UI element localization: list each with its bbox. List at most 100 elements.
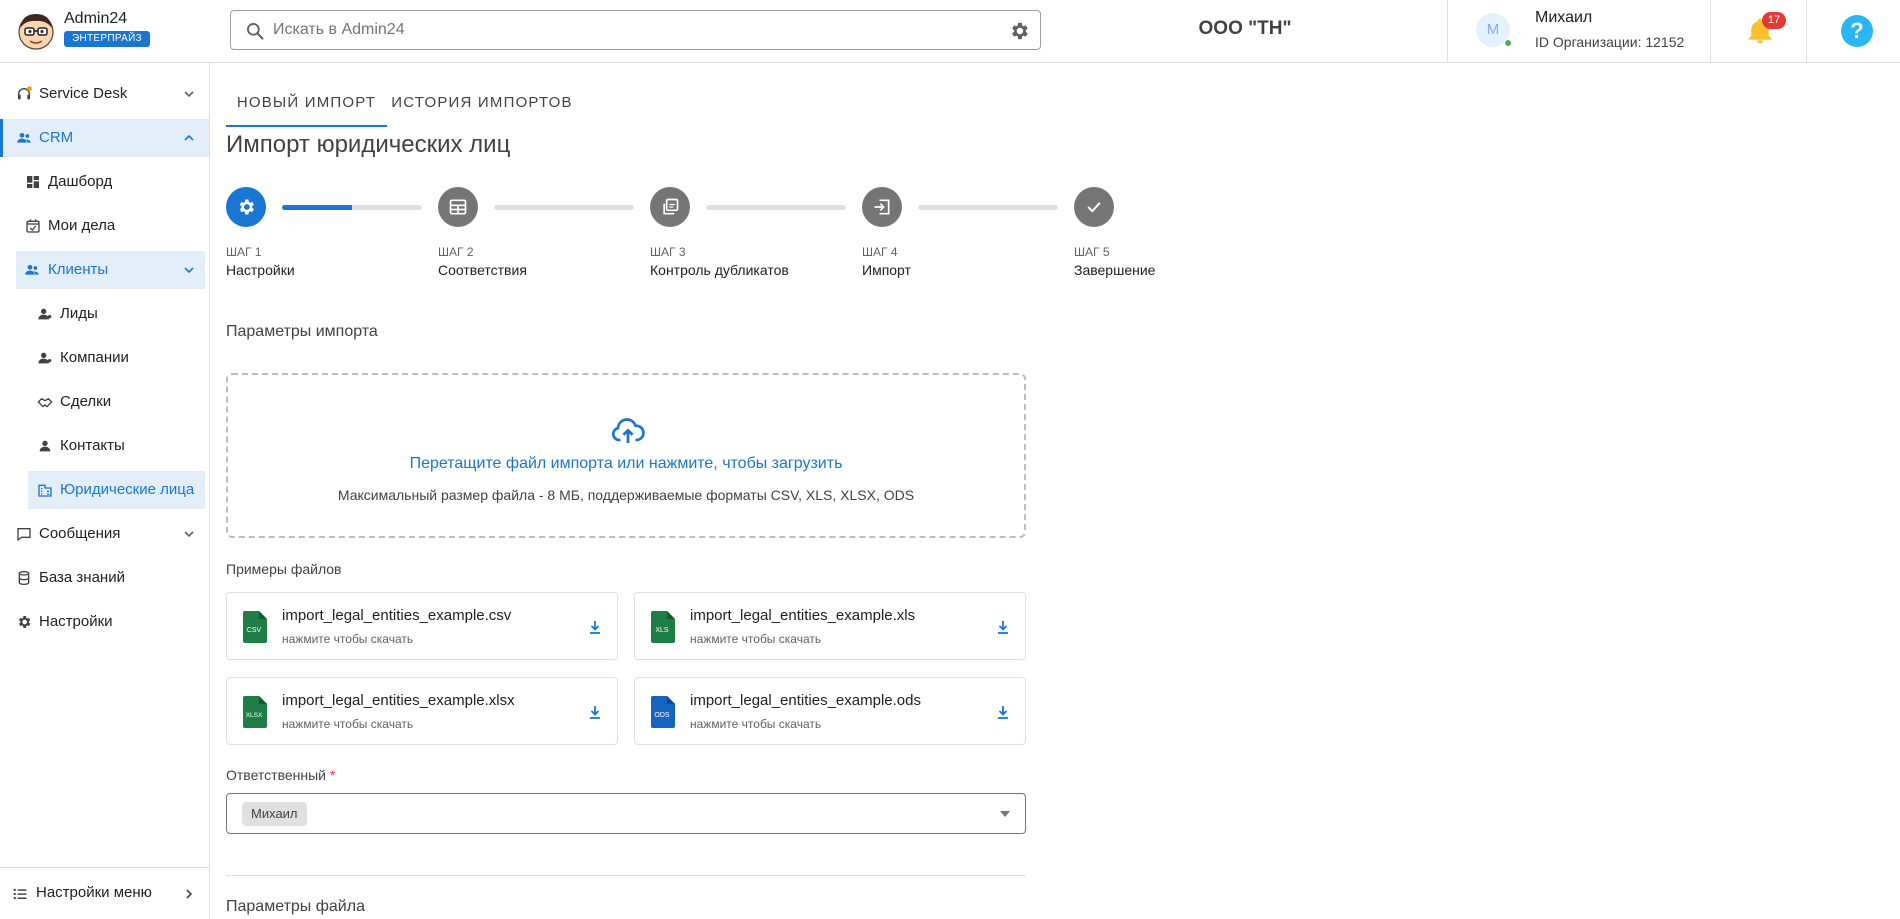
file-params-title: Параметры файла [226,898,365,915]
check-icon [1087,202,1101,213]
sidebar: Service Desk CRM Дашборд Мои дела Клиент… [0,63,210,919]
file-download-hint: нажмите чтобы скачать [690,717,822,731]
organization-name[interactable]: ООО "ТН" [1145,18,1345,40]
sidebar-item-clients[interactable]: Клиенты [16,251,205,289]
menu-settings-label: Настройки меню [36,884,152,901]
sidebar-item-label: CRM [39,129,74,146]
dropdown-arrow-icon[interactable] [999,809,1011,819]
sidebar-item-contacts[interactable]: Контакты [0,427,209,465]
import-params-title: Параметры импорта [226,323,378,340]
online-status-dot [1504,39,1512,47]
notifications-button[interactable]: 17 [1711,0,1807,63]
database-icon [18,571,30,586]
notification-count-badge: 17 [1762,12,1786,29]
file-dropzone[interactable]: Перетащите файл импорта или нажмите, что… [226,373,1026,538]
cloud-upload-icon [611,418,645,443]
sidebar-item-leads[interactable]: Лиды [0,295,209,333]
responsible-chip[interactable]: Михаил [242,802,307,826]
person-icon [38,352,52,364]
file-download-hint: нажмите чтобы скачать [690,632,822,646]
sidebar-item-label: Клиенты [48,261,109,278]
file-name: import_legal_entities_example.xls [690,607,916,624]
sidebar-item-settings[interactable]: Настройки [0,603,209,641]
search-settings-gear-icon[interactable] [1008,20,1030,42]
sidebar-item-label: Дашборд [48,173,113,190]
dashboard-icon [27,176,39,188]
ods-file-icon: ODS [651,696,675,728]
download-icon[interactable] [587,704,603,720]
step-2-label: Соответствия [438,262,527,278]
download-icon[interactable] [995,704,1011,720]
sidebar-item-crm[interactable]: CRM [0,119,209,157]
people-icon [25,265,39,275]
gear-icon [19,616,31,628]
sidebar-item-label: Настройки [39,613,113,630]
step-1-circle [226,187,266,227]
search-icon [247,23,264,40]
chevron-up-icon [184,134,194,141]
table-icon [449,199,467,215]
download-icon[interactable] [587,619,603,635]
user-name: Михаил [1535,9,1593,26]
message-icon [17,528,31,541]
example-file-xlsx[interactable]: XLSX import_legal_entities_example.xlsx … [226,677,618,745]
sidebar-item-legal-entities[interactable]: Юридические лица [28,471,205,509]
xlsx-file-icon: XLSX [243,696,267,728]
example-file-xls[interactable]: XLS import_legal_entities_example.xls на… [634,592,1026,660]
sidebar-item-knowledge-base[interactable]: База знаний [0,559,209,597]
tab-new-import[interactable]: НОВЫЙ ИМПОРТ [226,81,387,127]
sidebar-item-label: Контакты [60,437,125,454]
help-icon[interactable]: ? [1841,15,1873,47]
sidebar-item-service-desk[interactable]: Service Desk [0,75,209,113]
chevron-down-icon [184,531,194,538]
step-5-number: ШАГ 5 [1074,245,1110,259]
plan-badge: ЭНТЕРПРАЙЗ [64,31,150,47]
sidebar-item-messages[interactable]: Сообщения [0,515,209,553]
sidebar-item-dashboard[interactable]: Дашборд [0,163,209,201]
svg-text:ODS: ODS [654,712,670,719]
import-stepper: ШАГ 1 Настройки ШАГ 2 Соответствия ШАГ 3… [226,187,1186,282]
step-2-circle [438,187,478,227]
sidebar-item-label: Сообщения [39,525,121,542]
sidebar-item-label: Сделки [60,393,112,410]
sidebar-item-label: Компании [60,349,129,366]
handshake-icon [37,398,53,408]
dropzone-hint: Максимальный размер файла - 8 МБ, поддер… [337,487,915,503]
calendar-check-icon [26,219,40,233]
responsible-select[interactable]: Михаил [226,793,1026,834]
sidebar-item-label: Service Desk [39,85,128,102]
download-icon[interactable] [995,619,1011,635]
svg-text:CSV: CSV [247,627,262,634]
user-profile[interactable]: М Михаил ID Организации: 12152 [1447,0,1711,63]
step-2-number: ШАГ 2 [438,245,474,259]
step-1-number: ШАГ 1 [226,245,262,259]
step-4-progress [918,205,1058,210]
step-4-label: Импорт [862,262,911,278]
example-file-ods[interactable]: ODS import_legal_entities_example.ods на… [634,677,1026,745]
sidebar-item-deals[interactable]: Сделки [0,383,209,421]
building-icon [38,484,52,497]
example-file-csv[interactable]: CSV import_legal_entities_example.csv на… [226,592,618,660]
responsible-label-text: Ответственный [226,767,326,783]
global-search[interactable] [230,10,1041,50]
xls-file-icon: XLS [651,611,675,643]
file-name: import_legal_entities_example.ods [690,692,921,709]
brand-logo-icon[interactable] [16,11,56,51]
section-divider [226,875,1026,876]
file-name: import_legal_entities_example.csv [282,607,512,624]
file-download-hint: нажмите чтобы скачать [282,632,414,646]
menu-settings-button[interactable]: Настройки меню [0,867,209,919]
tab-import-history[interactable]: ИСТОРИЯ ИМПОРТОВ [387,81,577,127]
sidebar-item-label: База знаний [39,569,125,586]
sidebar-item-companies[interactable]: Компании [0,339,209,377]
person-icon [38,308,52,320]
organization-id: ID Организации: 12152 [1535,34,1685,50]
csv-file-icon: CSV [243,611,267,643]
chevron-right-icon [186,889,193,899]
chevron-down-icon [184,267,194,274]
search-input[interactable] [273,19,973,41]
sidebar-item-label: Лиды [60,305,98,322]
responsible-label: Ответственный * [226,767,335,783]
file-name: import_legal_entities_example.xlsx [282,692,515,709]
sidebar-item-my-tasks[interactable]: Мои дела [0,207,209,245]
